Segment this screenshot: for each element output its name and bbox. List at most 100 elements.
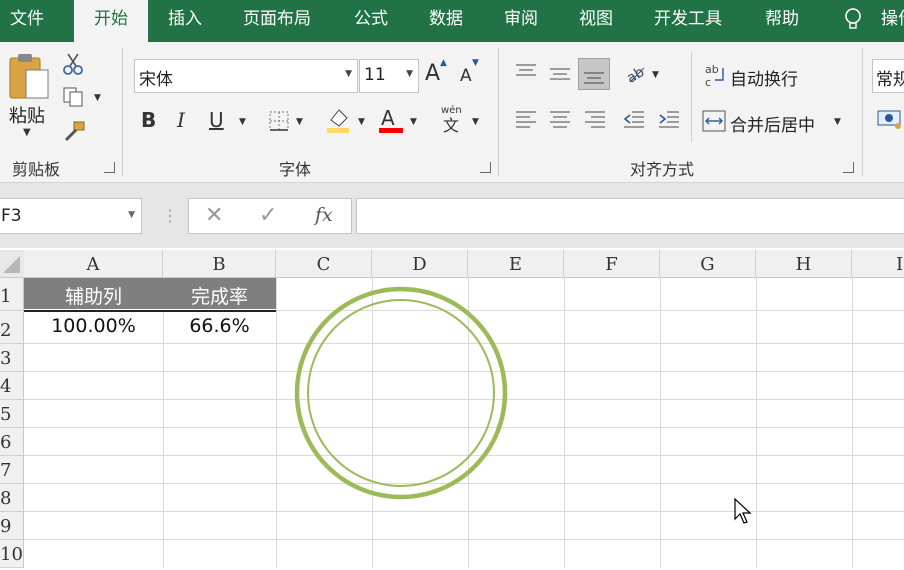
row-header-4[interactable]: 4	[0, 372, 24, 400]
copy-dropdown-icon[interactable]: ▼	[94, 94, 101, 103]
row-header-1[interactable]: 1	[0, 278, 24, 311]
phonetic-dropdown-icon[interactable]: ▼	[472, 118, 479, 127]
clipboard-launcher-icon[interactable]	[104, 162, 115, 173]
paste-dropdown-icon[interactable]: ▼	[23, 128, 31, 138]
header-bottom-border	[24, 310, 276, 312]
font-color-button[interactable]: A	[381, 108, 395, 128]
insert-function-button[interactable]: fx	[315, 204, 333, 226]
formula-bar: F3 ▼ ⋮ ✕ ✓ fx	[0, 183, 904, 248]
tab-review[interactable]: 审阅	[504, 0, 538, 40]
tab-page-layout[interactable]: 页面布局	[243, 0, 311, 40]
underline-dropdown-icon[interactable]: ▼	[239, 118, 246, 127]
column-header-f[interactable]: F	[564, 250, 660, 277]
gridline	[276, 277, 277, 568]
cell-b2[interactable]: 66.6%	[163, 315, 276, 337]
select-all-corner[interactable]	[0, 250, 24, 277]
shrink-font-button[interactable]: A	[460, 68, 472, 85]
tab-formulas[interactable]: 公式	[354, 0, 388, 40]
wrap-text-button[interactable]: 自动换行	[730, 65, 798, 90]
column-header-b[interactable]: B	[163, 250, 276, 277]
phonetic-pinyin-label: wén	[441, 105, 462, 116]
paste-button[interactable]: 粘贴	[9, 102, 45, 128]
font-name-select[interactable]: 宋体 ▼	[134, 59, 358, 93]
currency-format-icon[interactable]	[876, 108, 904, 130]
column-header-h[interactable]: H	[756, 250, 852, 277]
merge-center-button[interactable]: 合并后居中	[730, 111, 815, 136]
tab-file[interactable]: 文件	[10, 0, 44, 40]
column-header-g[interactable]: G	[660, 250, 756, 277]
chevron-down-icon[interactable]: ▼	[406, 69, 413, 79]
cell-b1[interactable]: 完成率	[163, 282, 276, 309]
tab-help[interactable]: 帮助	[765, 0, 799, 40]
wrap-text-icon[interactable]: ab c	[703, 62, 727, 88]
column-header-a[interactable]: A	[24, 250, 163, 277]
row-header-7[interactable]: 7	[0, 456, 24, 484]
column-header-d[interactable]: D	[372, 250, 468, 277]
phonetic-guide-button[interactable]: 文	[443, 118, 459, 134]
decrease-indent-icon[interactable]	[622, 109, 646, 131]
underline-button[interactable]: U	[209, 110, 224, 130]
borders-icon[interactable]	[268, 110, 290, 132]
tell-me-search[interactable]: 操作	[881, 0, 904, 40]
font-color-dropdown-icon[interactable]: ▼	[410, 118, 417, 127]
tab-home[interactable]: 开始	[74, 0, 148, 42]
alignment-launcher-icon[interactable]	[843, 162, 854, 173]
tab-view[interactable]: 视图	[579, 0, 613, 40]
merge-center-icon[interactable]	[701, 109, 727, 133]
fill-color-dropdown-icon[interactable]: ▼	[358, 118, 365, 127]
align-left-icon[interactable]	[514, 109, 538, 131]
paste-icon[interactable]	[8, 52, 52, 102]
enter-icon[interactable]: ✓	[259, 203, 277, 228]
row-header-6[interactable]: 6	[0, 428, 24, 456]
column-header-bar: A B C D E F G H I	[0, 250, 904, 278]
increase-indent-icon[interactable]	[657, 109, 681, 131]
align-right-icon[interactable]	[583, 109, 607, 131]
font-size-select[interactable]: 11 ▼	[359, 59, 419, 93]
alignment-group-label: 对齐方式	[630, 160, 695, 179]
tab-insert[interactable]: 插入	[168, 0, 202, 40]
orientation-dropdown-icon[interactable]: ▼	[652, 71, 659, 80]
splitter-handle-icon[interactable]: ⋮	[162, 206, 178, 225]
cell-a2[interactable]: 100.00%	[24, 315, 163, 337]
align-bottom-button[interactable]	[578, 58, 610, 90]
progress-ring-chart[interactable]	[290, 282, 514, 506]
orientation-icon[interactable]: ab	[624, 62, 648, 84]
cut-icon[interactable]	[62, 52, 84, 76]
format-painter-icon[interactable]	[62, 120, 86, 142]
column-header-c[interactable]: C	[276, 250, 372, 277]
row-header-5[interactable]: 5	[0, 400, 24, 428]
lightbulb-icon[interactable]	[844, 8, 862, 32]
borders-dropdown-icon[interactable]: ▼	[296, 118, 303, 127]
row-header-8[interactable]: 8	[0, 484, 24, 512]
row-header-2[interactable]: 2	[0, 311, 24, 344]
merge-dropdown-icon[interactable]: ▼	[834, 118, 841, 127]
row-header-3[interactable]: 3	[0, 344, 24, 372]
copy-icon[interactable]	[62, 86, 84, 108]
tab-developer[interactable]: 开发工具	[654, 0, 722, 40]
cancel-icon[interactable]: ✕	[205, 203, 223, 228]
grow-font-button[interactable]: A	[425, 63, 440, 85]
row-header-10[interactable]: 10	[0, 540, 24, 568]
chevron-down-icon[interactable]: ▼	[128, 210, 135, 220]
column-header-i[interactable]: I	[852, 250, 904, 277]
font-size-value: 11	[364, 65, 386, 85]
bold-button[interactable]: B	[141, 110, 156, 130]
chevron-down-icon[interactable]: ▼	[345, 69, 352, 79]
inner-ring	[307, 299, 495, 487]
row-header-9[interactable]: 9	[0, 512, 24, 540]
svg-text:ab: ab	[705, 63, 719, 76]
align-top-icon[interactable]	[514, 62, 538, 82]
font-launcher-icon[interactable]	[480, 162, 491, 173]
name-box[interactable]: F3 ▼	[0, 198, 142, 234]
align-middle-icon[interactable]	[548, 64, 572, 84]
align-center-icon[interactable]	[548, 109, 572, 131]
cell-a1[interactable]: 辅助列	[24, 282, 163, 309]
divider	[691, 52, 692, 142]
formula-input[interactable]	[356, 198, 904, 234]
column-header-e[interactable]: E	[468, 250, 564, 277]
grow-font-icon: ▲	[440, 58, 447, 68]
number-format-select[interactable]: 常规	[872, 59, 904, 93]
fill-color-icon[interactable]	[325, 106, 351, 134]
italic-button[interactable]: I	[177, 110, 185, 130]
tab-data[interactable]: 数据	[429, 0, 463, 40]
